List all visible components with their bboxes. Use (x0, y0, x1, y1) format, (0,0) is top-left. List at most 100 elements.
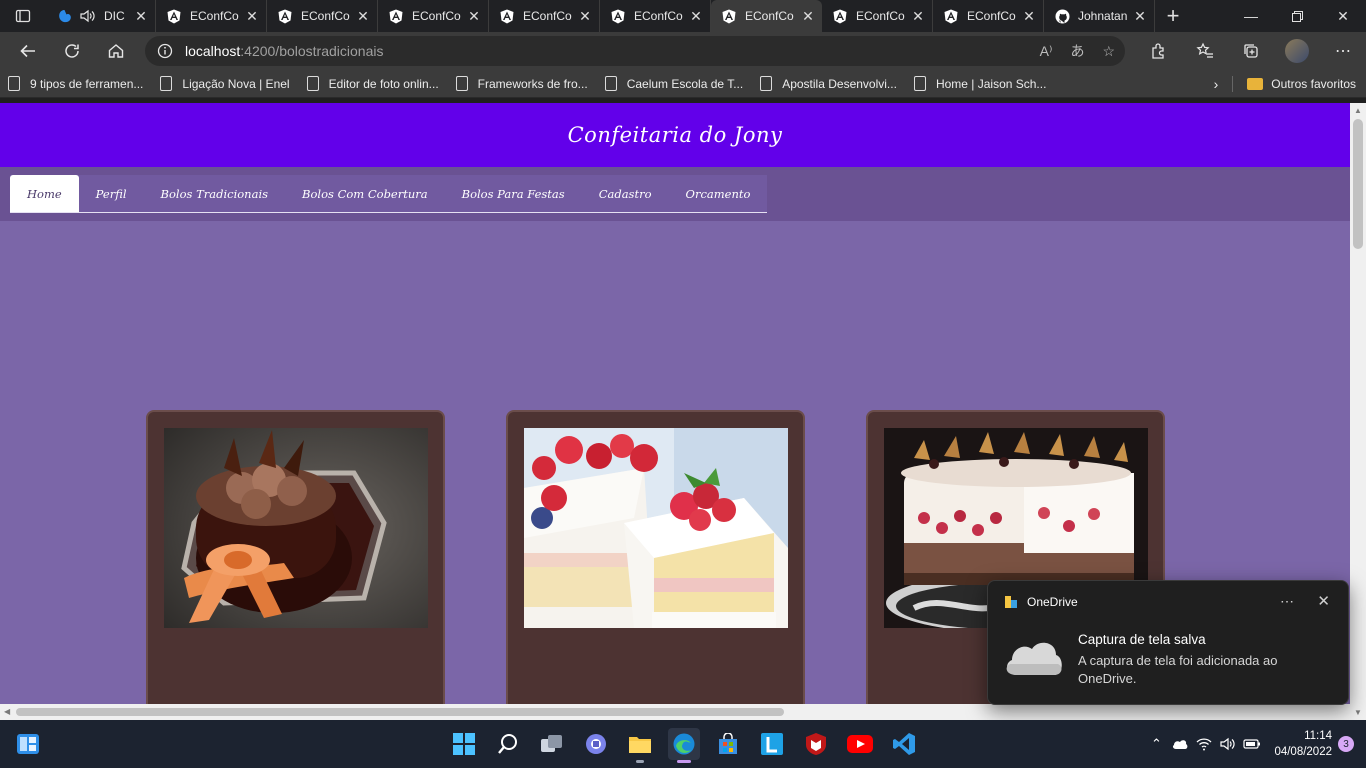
cake-card[interactable] (146, 410, 445, 704)
toast-more-button[interactable]: ⋯ (1280, 593, 1294, 610)
horizontal-scrollbar[interactable]: ◀ (0, 704, 1350, 720)
collections-button[interactable] (1228, 32, 1274, 70)
back-button[interactable] (6, 32, 50, 70)
close-tab-icon[interactable]: ✕ (466, 8, 482, 24)
tab-actions-button[interactable] (0, 0, 46, 32)
extensions-button[interactable] (1136, 32, 1182, 70)
tab-title: EConfCo (301, 9, 350, 23)
widgets-button[interactable] (12, 728, 44, 760)
settings-more-button[interactable]: ⋯ (1320, 32, 1366, 70)
bookmark-item[interactable]: Ligação Nova | Enel (160, 76, 290, 91)
bookmark-item[interactable]: Home | Jaison Sch... (913, 76, 1047, 91)
other-favorites-link[interactable]: Outros favoritos (1271, 77, 1356, 91)
close-tab-icon[interactable]: ✕ (133, 8, 149, 24)
nav-item-bolos-para-festas[interactable]: Bolos Para Festas (445, 175, 582, 212)
read-aloud-icon[interactable]: A⁾ (1040, 43, 1053, 60)
refresh-button[interactable] (50, 32, 94, 70)
angular-icon (721, 8, 737, 24)
browser-tab[interactable]: Johnatan ✕ (1044, 0, 1155, 32)
home-button[interactable] (94, 32, 138, 70)
cake-card[interactable] (506, 410, 805, 704)
add-favorite-icon[interactable]: ☆ (1102, 43, 1115, 60)
mcafee-button[interactable] (800, 728, 832, 760)
search-button[interactable] (492, 728, 524, 760)
chevron-up-icon[interactable]: ⌃ (1144, 732, 1168, 756)
profile-button[interactable] (1274, 32, 1320, 70)
bookmark-label: Home | Jaison Sch... (935, 76, 1047, 91)
browser-tab[interactable]: EConfCo ✕ (711, 0, 822, 32)
onedrive-notification[interactable]: OneDrive ⋯ ✕ Captura de tela salva A cap… (987, 580, 1349, 705)
bookmark-item[interactable]: Frameworks de fro... (455, 76, 588, 91)
volume-icon[interactable] (1216, 732, 1240, 756)
page-icon (604, 76, 617, 91)
bookmark-label: Editor de foto onlin... (328, 76, 439, 91)
bookmark-item[interactable]: 9 tipos de ferramen... (8, 76, 143, 91)
nav-item-cadastro[interactable]: Cadastro (582, 175, 669, 212)
scroll-up-icon[interactable]: ▲ (1354, 106, 1362, 115)
bookmark-item[interactable]: Caelum Escola de T... (604, 76, 743, 91)
bookmark-item[interactable]: Apostila Desenvolvi... (760, 76, 897, 91)
vscode-button[interactable] (888, 728, 920, 760)
scroll-left-icon[interactable]: ◀ (4, 707, 10, 716)
store-button[interactable] (712, 728, 744, 760)
close-window-button[interactable]: ✕ (1320, 0, 1366, 32)
nav-item-bolos-com-cobertura[interactable]: Bolos Com Cobertura (285, 175, 445, 212)
browser-tab[interactable]: EConfCo ✕ (378, 0, 489, 32)
horizontal-scroll-thumb[interactable] (16, 708, 784, 716)
youtube-button[interactable] (844, 728, 876, 760)
tab-title: EConfCo (745, 9, 794, 23)
minimize-button[interactable]: — (1228, 0, 1274, 32)
chevron-right-icon[interactable]: › (1214, 76, 1219, 92)
browser-tab-strip: DIC ✕ EConfCo ✕ EConfCo ✕ EConfCo ✕ EConfCo ✕ ECon… (0, 0, 1366, 32)
notification-badge[interactable]: 3 (1338, 736, 1354, 752)
browser-tab[interactable]: DIC ✕ (46, 0, 156, 32)
task-view-icon (541, 735, 562, 752)
nav-item-home[interactable]: Home (10, 175, 79, 212)
edge-button[interactable] (668, 728, 700, 763)
chat-icon (586, 734, 606, 754)
close-tab-icon[interactable]: ✕ (688, 8, 704, 24)
bookmark-label: Ligação Nova | Enel (182, 76, 290, 91)
task-view-button[interactable] (536, 728, 568, 760)
scroll-down-icon[interactable]: ▼ (1354, 708, 1362, 717)
close-tab-icon[interactable]: ✕ (1021, 8, 1037, 24)
browser-tab[interactable]: EConfCo ✕ (489, 0, 600, 32)
site-info-icon[interactable] (145, 43, 185, 59)
toast-close-button[interactable]: ✕ (1317, 592, 1330, 610)
audio-playing-icon[interactable] (80, 9, 96, 23)
close-tab-icon[interactable]: ✕ (1132, 8, 1148, 24)
address-bar[interactable]: localhost:4200/bolostradicionais A⁾ あ ☆ (145, 36, 1125, 66)
close-tab-icon[interactable]: ✕ (800, 8, 816, 24)
angular-icon (388, 8, 404, 24)
nav-item-orcamento[interactable]: Orcamento (669, 175, 768, 212)
page-icon (455, 76, 468, 91)
clock[interactable]: 11:14 04/08/2022 (1274, 728, 1332, 760)
browser-tab[interactable]: EConfCo ✕ (933, 0, 1044, 32)
browser-tab[interactable]: EConfCo ✕ (267, 0, 378, 32)
l-app-icon (761, 733, 783, 755)
battery-icon[interactable] (1240, 732, 1264, 756)
browser-tab[interactable]: EConfCo ✕ (156, 0, 267, 32)
close-tab-icon[interactable]: ✕ (577, 8, 593, 24)
close-tab-icon[interactable]: ✕ (910, 8, 926, 24)
nav-item-perfil[interactable]: Perfil (79, 175, 144, 212)
new-tab-button[interactable]: + (1155, 0, 1191, 32)
close-tab-icon[interactable]: ✕ (355, 8, 371, 24)
vertical-scrollbar[interactable]: ▲ ▼ (1350, 103, 1366, 720)
vertical-scroll-thumb[interactable] (1353, 119, 1363, 249)
nav-item-bolos-tradicionais[interactable]: Bolos Tradicionais (144, 175, 285, 212)
restore-button[interactable] (1274, 0, 1320, 32)
bookmark-item[interactable]: Editor de foto onlin... (306, 76, 439, 91)
favorites-button[interactable] (1182, 32, 1228, 70)
translate-icon[interactable]: あ (1070, 41, 1084, 61)
onedrive-cloud-icon[interactable] (1168, 732, 1192, 756)
start-button[interactable] (448, 728, 480, 760)
browser-tab[interactable]: EConfCo ✕ (822, 0, 933, 32)
launcher-app-button[interactable] (756, 728, 788, 760)
folder-icon (1247, 78, 1264, 90)
file-explorer-button[interactable] (624, 728, 656, 763)
wifi-icon[interactable] (1192, 732, 1216, 756)
teams-chat-button[interactable] (580, 728, 612, 760)
close-tab-icon[interactable]: ✕ (244, 8, 260, 24)
browser-tab[interactable]: EConfCo ✕ (600, 0, 711, 32)
